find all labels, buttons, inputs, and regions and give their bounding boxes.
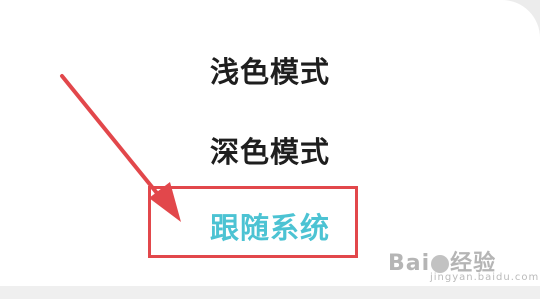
- annotation-highlight-box: [148, 186, 358, 258]
- dark-mode-option[interactable]: 深色模式: [0, 129, 540, 171]
- bottom-strip: [0, 286, 540, 299]
- light-mode-option[interactable]: 浅色模式: [0, 49, 540, 91]
- watermark-brand-left: Bai: [388, 251, 431, 276]
- watermark-url: jingyan.baidu.com: [430, 272, 540, 283]
- screen: 浅色模式 深色模式 跟随系统 Bai 经验 jingyan.baidu.com: [0, 0, 540, 299]
- paw-icon: [431, 255, 450, 273]
